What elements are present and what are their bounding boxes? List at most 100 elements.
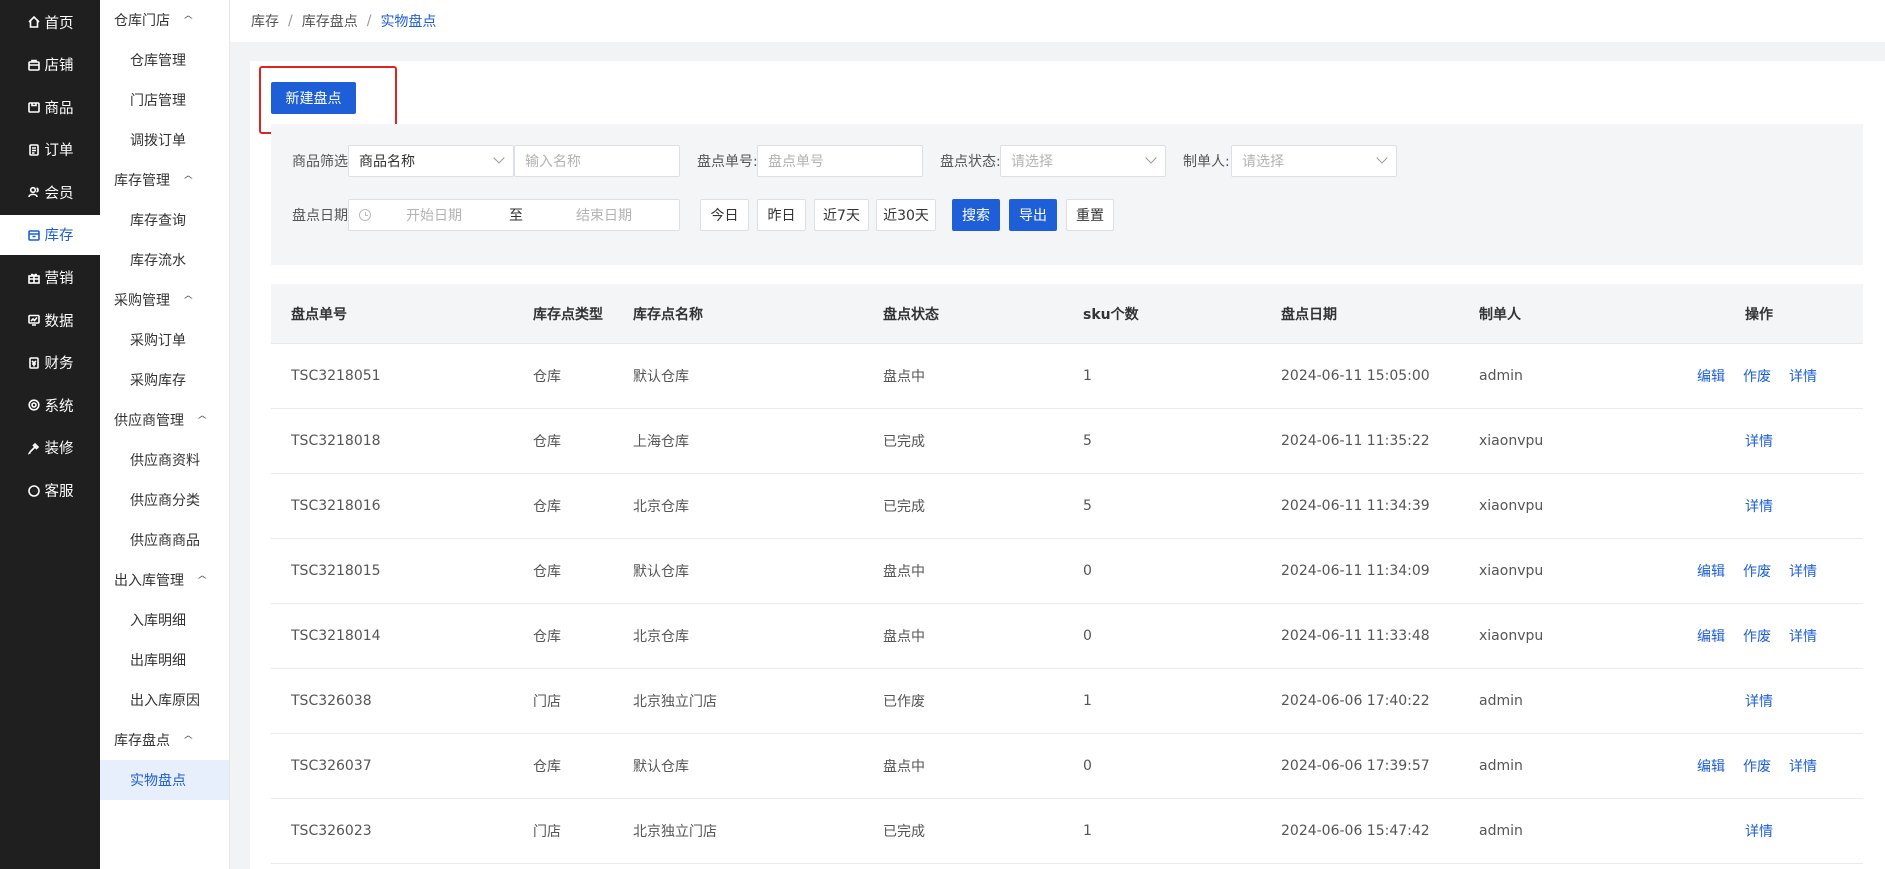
submenu-group[interactable]: 仓库门店 ^ (100, 0, 229, 40)
cell-status: 已作废 (883, 694, 925, 710)
submenu-group[interactable]: 采购管理 ^ (100, 280, 229, 320)
submenu-item[interactable]: 供应商商品 (100, 520, 229, 560)
cell-name: 北京仓库 (633, 499, 689, 515)
detail-link[interactable]: 详情 (1745, 691, 1773, 711)
sub-menu: 仓库门店 ^ 仓库管理 门店管理 调拨订单 库存管理 ^ 库存查询 库存流水 采购管理 ^ 采购订单采… (100, 0, 230, 869)
nav-item-decor[interactable]: 装修 (0, 428, 100, 468)
nav-item-order[interactable]: 订单 (0, 130, 100, 170)
chevron-down-icon (1376, 152, 1388, 164)
submenu-group[interactable]: 供应商管理 ^ (100, 400, 229, 440)
edit-link[interactable]: 编辑 (1697, 756, 1725, 776)
void-link[interactable]: 作废 (1743, 756, 1771, 776)
nav-item-label: 库存 (44, 228, 74, 245)
table-row: TSC3218016 仓库 北京仓库 已完成 5 2024-06-11 11:34:39 x… (271, 474, 1863, 539)
nav-item-chart[interactable]: 数据 (0, 300, 100, 340)
detail-link[interactable]: 详情 (1745, 431, 1773, 451)
search-button[interactable]: 搜索 (952, 199, 1000, 231)
submenu-group-label: 库存盘点 (114, 733, 170, 749)
nav-item-finance[interactable]: 财务 (0, 343, 100, 383)
submenu-group[interactable]: 出入库管理 ^ (100, 560, 229, 600)
submenu-item[interactable]: 调拨订单 (100, 120, 229, 160)
submenu-item[interactable]: 出入库原因 (100, 680, 229, 720)
date-range-picker[interactable]: 开始日期 至 结束日期 (348, 199, 680, 231)
inventory-icon (27, 228, 41, 242)
status-select[interactable]: 请选择 (1000, 145, 1166, 177)
last-7-days-button[interactable]: 近7天 (814, 199, 869, 231)
submenu-group[interactable]: 库存盘点 ^ (100, 720, 229, 760)
submenu-item[interactable]: 采购订单 (100, 320, 229, 360)
nav-item-label: 营销 (44, 271, 74, 288)
nav-item-inventory[interactable]: 库存 (0, 214, 100, 255)
submenu-item[interactable]: 供应商分类 (100, 480, 229, 520)
table-row: TSC326037 仓库 默认仓库 盘点中 0 2024-06-06 17:39:57 ad… (271, 734, 1863, 799)
nav-item-member[interactable]: 会员 (0, 172, 100, 212)
detail-link[interactable]: 详情 (1789, 366, 1817, 386)
cell-type: 仓库 (533, 369, 561, 385)
submenu-item[interactable]: 库存查询 (100, 200, 229, 240)
detail-link[interactable]: 详情 (1789, 561, 1817, 581)
submenu-item[interactable]: 入库明细 (100, 600, 229, 640)
filter-panel: 商品筛选: 商品名称 输入名称 盘点单号: 盘点单号 盘点状态: 请选择 制单人… (271, 124, 1863, 265)
edit-link[interactable]: 编辑 (1697, 561, 1725, 581)
submenu-item[interactable]: 门店管理 (100, 80, 229, 120)
member-icon (27, 185, 41, 199)
edit-link[interactable]: 编辑 (1697, 366, 1725, 386)
store-icon (27, 58, 41, 72)
breadcrumb-separator: / (288, 13, 293, 29)
goods-filter-select[interactable]: 商品名称 (348, 145, 514, 177)
decor-icon (27, 441, 41, 455)
submenu-item[interactable]: 实物盘点 (100, 760, 229, 800)
breadcrumb-item[interactable]: 库存盘点 (302, 11, 358, 31)
cell-date: 2024-06-11 11:35:22 (1281, 433, 1430, 449)
nav-item-chat[interactable]: 客服 (0, 471, 100, 511)
cell-sku: 0 (1083, 628, 1092, 644)
nav-item-home[interactable]: 首页 (0, 2, 100, 42)
cell-date: 2024-06-06 17:40:22 (1281, 693, 1430, 709)
edit-link[interactable]: 编辑 (1697, 626, 1725, 646)
cell-actions: 编辑 作废 详情 (1697, 344, 1835, 408)
void-link[interactable]: 作废 (1743, 626, 1771, 646)
detail-link[interactable]: 详情 (1789, 626, 1817, 646)
nav-item-store[interactable]: 店铺 (0, 45, 100, 85)
breadcrumb-item[interactable]: 库存 (251, 11, 279, 31)
cell-status: 盘点中 (883, 369, 925, 385)
goods-name-input[interactable]: 输入名称 (514, 145, 680, 177)
yesterday-button[interactable]: 昨日 (757, 199, 806, 231)
reset-button[interactable]: 重置 (1066, 199, 1114, 231)
submenu-group[interactable]: 库存管理 ^ (100, 160, 229, 200)
detail-link[interactable]: 详情 (1789, 756, 1817, 776)
goods-filter-label: 商品筛选: (292, 154, 353, 170)
last-30-days-button[interactable]: 近30天 (876, 199, 936, 231)
nav-item-label: 系统 (44, 398, 74, 415)
submenu-group-label: 库存管理 (114, 173, 170, 189)
cell-sku: 0 (1083, 758, 1092, 774)
cell-sku: 5 (1083, 433, 1092, 449)
nav-item-gear[interactable]: 系统 (0, 385, 100, 425)
nav-item-label: 店铺 (44, 58, 74, 75)
submenu-item[interactable]: 仓库管理 (100, 40, 229, 80)
detail-link[interactable]: 详情 (1745, 821, 1773, 841)
cell-type: 门店 (533, 694, 561, 710)
order-no-input[interactable]: 盘点单号 (757, 145, 923, 177)
nav-item-goods[interactable]: 商品 (0, 87, 100, 127)
table-row: TSC3218014 仓库 北京仓库 盘点中 0 2024-06-11 11:33:48 x… (271, 604, 1863, 669)
chat-icon (27, 484, 41, 498)
export-button[interactable]: 导出 (1009, 199, 1057, 231)
cell-status: 盘点中 (883, 564, 925, 580)
void-link[interactable]: 作废 (1743, 561, 1771, 581)
new-stocktake-button[interactable]: 新建盘点 (271, 82, 356, 114)
submenu-item[interactable]: 出库明细 (100, 640, 229, 680)
detail-link[interactable]: 详情 (1745, 496, 1773, 516)
gear-icon (27, 398, 41, 412)
creator-select[interactable]: 请选择 (1231, 145, 1397, 177)
cell-sku: 1 (1083, 823, 1092, 839)
today-button[interactable]: 今日 (700, 199, 749, 231)
void-link[interactable]: 作废 (1743, 366, 1771, 386)
submenu-item[interactable]: 采购库存 (100, 360, 229, 400)
cell-type: 仓库 (533, 499, 561, 515)
cell-creator: xiaonvpu (1479, 563, 1544, 579)
nav-item-gift[interactable]: 营销 (0, 258, 100, 298)
home-icon (27, 15, 41, 29)
submenu-item[interactable]: 库存流水 (100, 240, 229, 280)
submenu-item[interactable]: 供应商资料 (100, 440, 229, 480)
